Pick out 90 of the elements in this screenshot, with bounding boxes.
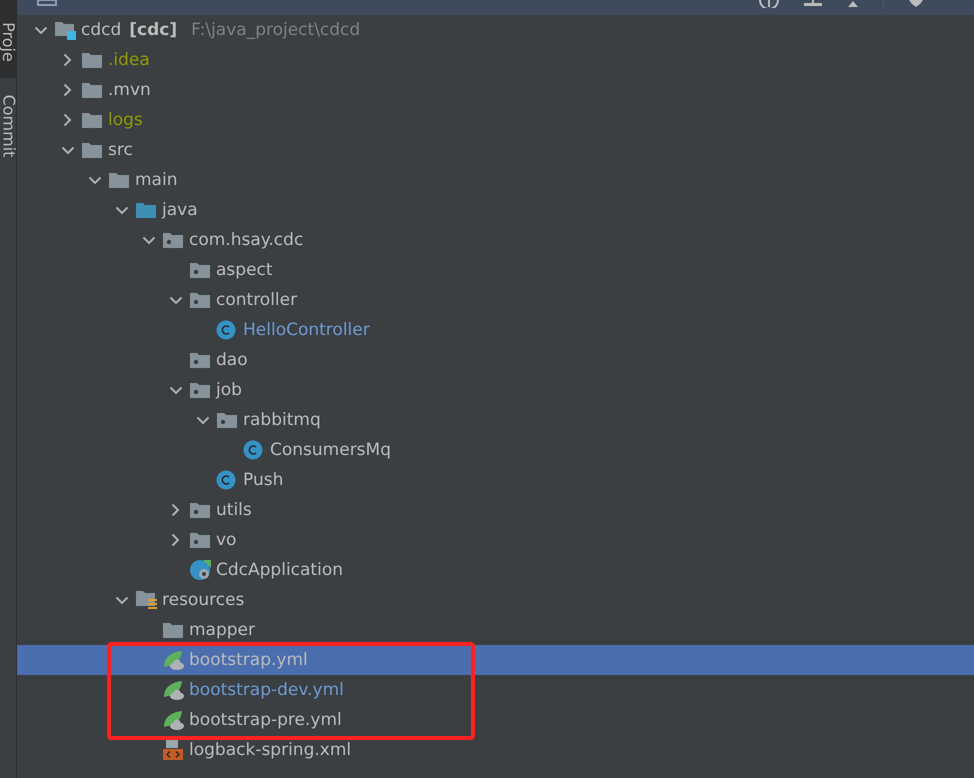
item-label: bootstrap-pre.yml: [189, 710, 342, 730]
package-icon: [189, 381, 211, 399]
collapse-icon[interactable]: [803, 0, 823, 8]
item-label: HelloController: [243, 320, 370, 340]
module-name: [cdc]: [129, 20, 178, 40]
chevron-down-icon[interactable]: [114, 206, 128, 214]
tree-row[interactable]: mapper: [17, 615, 974, 645]
tool-window-tab[interactable]: Commit: [0, 78, 16, 174]
xml-file-icon: [162, 739, 184, 761]
item-label: controller: [216, 290, 298, 310]
tree-row[interactable]: com.hsay.cdc: [17, 225, 974, 255]
item-label: .idea: [108, 50, 150, 70]
chevron-right-icon[interactable]: [63, 83, 72, 97]
item-label: vo: [216, 530, 236, 550]
resources-folder-icon: [135, 590, 159, 610]
tree-row[interactable]: logback-spring.xml: [17, 735, 974, 765]
tree-row[interactable]: vo: [17, 525, 974, 555]
item-label: job: [216, 380, 242, 400]
tree-row[interactable]: logs: [17, 105, 974, 135]
tree-row[interactable]: .mvn: [17, 75, 974, 105]
tree-row[interactable]: job: [17, 375, 974, 405]
chevron-right-icon[interactable]: [171, 503, 180, 517]
item-label: CdcApplication: [216, 560, 343, 580]
application-class-icon: [189, 558, 213, 582]
package-icon: [189, 531, 211, 549]
tree-row[interactable]: ConsumersMq: [17, 435, 974, 465]
chevron-down-icon[interactable]: [168, 296, 182, 304]
tree-row[interactable]: resources: [17, 585, 974, 615]
item-label: logs: [108, 110, 143, 130]
item-label: Push: [243, 470, 284, 490]
item-path: F:\java_project\cdcd: [191, 20, 360, 40]
item-label: main: [135, 170, 178, 190]
item-label: logback-spring.xml: [189, 740, 352, 760]
arrow-up-icon[interactable]: [847, 0, 859, 8]
package-icon: [189, 351, 211, 369]
item-label: com.hsay.cdc: [189, 230, 304, 250]
tree-row[interactable]: HelloController: [17, 315, 974, 345]
class-icon: [216, 320, 236, 340]
item-label: dao: [216, 350, 248, 370]
tree-row[interactable]: dao: [17, 345, 974, 375]
package-icon: [216, 411, 238, 429]
leaf-cloud-icon: [162, 679, 186, 701]
settings-icon[interactable]: [908, 0, 924, 8]
item-label: .mvn: [108, 80, 151, 100]
chevron-down-icon[interactable]: [88, 176, 102, 184]
item-label: rabbitmq: [243, 410, 321, 430]
package-icon: [189, 261, 211, 279]
item-label: src: [108, 140, 133, 160]
tree-row[interactable]: Push: [17, 465, 974, 495]
tree-row[interactable]: src: [17, 135, 974, 165]
source-folder-icon: [135, 201, 157, 219]
chevron-down-icon[interactable]: [142, 236, 156, 244]
chevron-down-icon[interactable]: [114, 596, 128, 604]
tree-row[interactable]: utils: [17, 495, 974, 525]
tree-row[interactable]: main: [17, 165, 974, 195]
chevron-right-icon[interactable]: [63, 113, 72, 127]
leaf-cloud-icon: [162, 709, 186, 731]
leaf-cloud-icon: [162, 649, 186, 671]
chevron-right-icon[interactable]: [171, 533, 180, 547]
item-label: mapper: [189, 620, 256, 640]
chevron-down-icon[interactable]: [168, 386, 182, 394]
tool-window-tab[interactable]: Proje: [0, 0, 16, 78]
chevron-down-icon[interactable]: [60, 146, 74, 154]
item-label: bootstrap-dev.yml: [189, 680, 344, 700]
chevron-right-icon[interactable]: [63, 53, 72, 67]
item-label: java: [162, 200, 198, 220]
tree-row[interactable]: bootstrap-pre.yml: [17, 705, 974, 735]
item-label: aspect: [216, 260, 273, 280]
target-icon[interactable]: [759, 0, 779, 8]
item-label: utils: [216, 500, 252, 520]
tree-row[interactable]: rabbitmq: [17, 405, 974, 435]
tree-row[interactable]: aspect: [17, 255, 974, 285]
class-icon: [243, 440, 263, 460]
package-icon: [162, 231, 184, 249]
tree-row[interactable]: .idea: [17, 45, 974, 75]
item-label: ConsumersMq: [270, 440, 392, 460]
tree-row[interactable]: java: [17, 195, 974, 225]
item-label: bootstrap.yml: [189, 650, 308, 670]
package-icon: [189, 291, 211, 309]
tree-row[interactable]: bootstrap-dev.yml: [17, 675, 974, 705]
class-icon: [216, 470, 236, 490]
tree-row[interactable]: cdcd [cdc] F:\java_project\cdcd: [17, 15, 974, 45]
item-label: resources: [162, 590, 244, 610]
package-icon: [189, 501, 211, 519]
chevron-down-icon[interactable]: [34, 26, 48, 34]
tree-row[interactable]: controller: [17, 285, 974, 315]
chevron-down-icon[interactable]: [196, 416, 210, 424]
item-label: cdcd: [81, 20, 122, 40]
tree-row[interactable]: CdcApplication: [17, 555, 974, 585]
module-folder-icon: [54, 19, 78, 41]
